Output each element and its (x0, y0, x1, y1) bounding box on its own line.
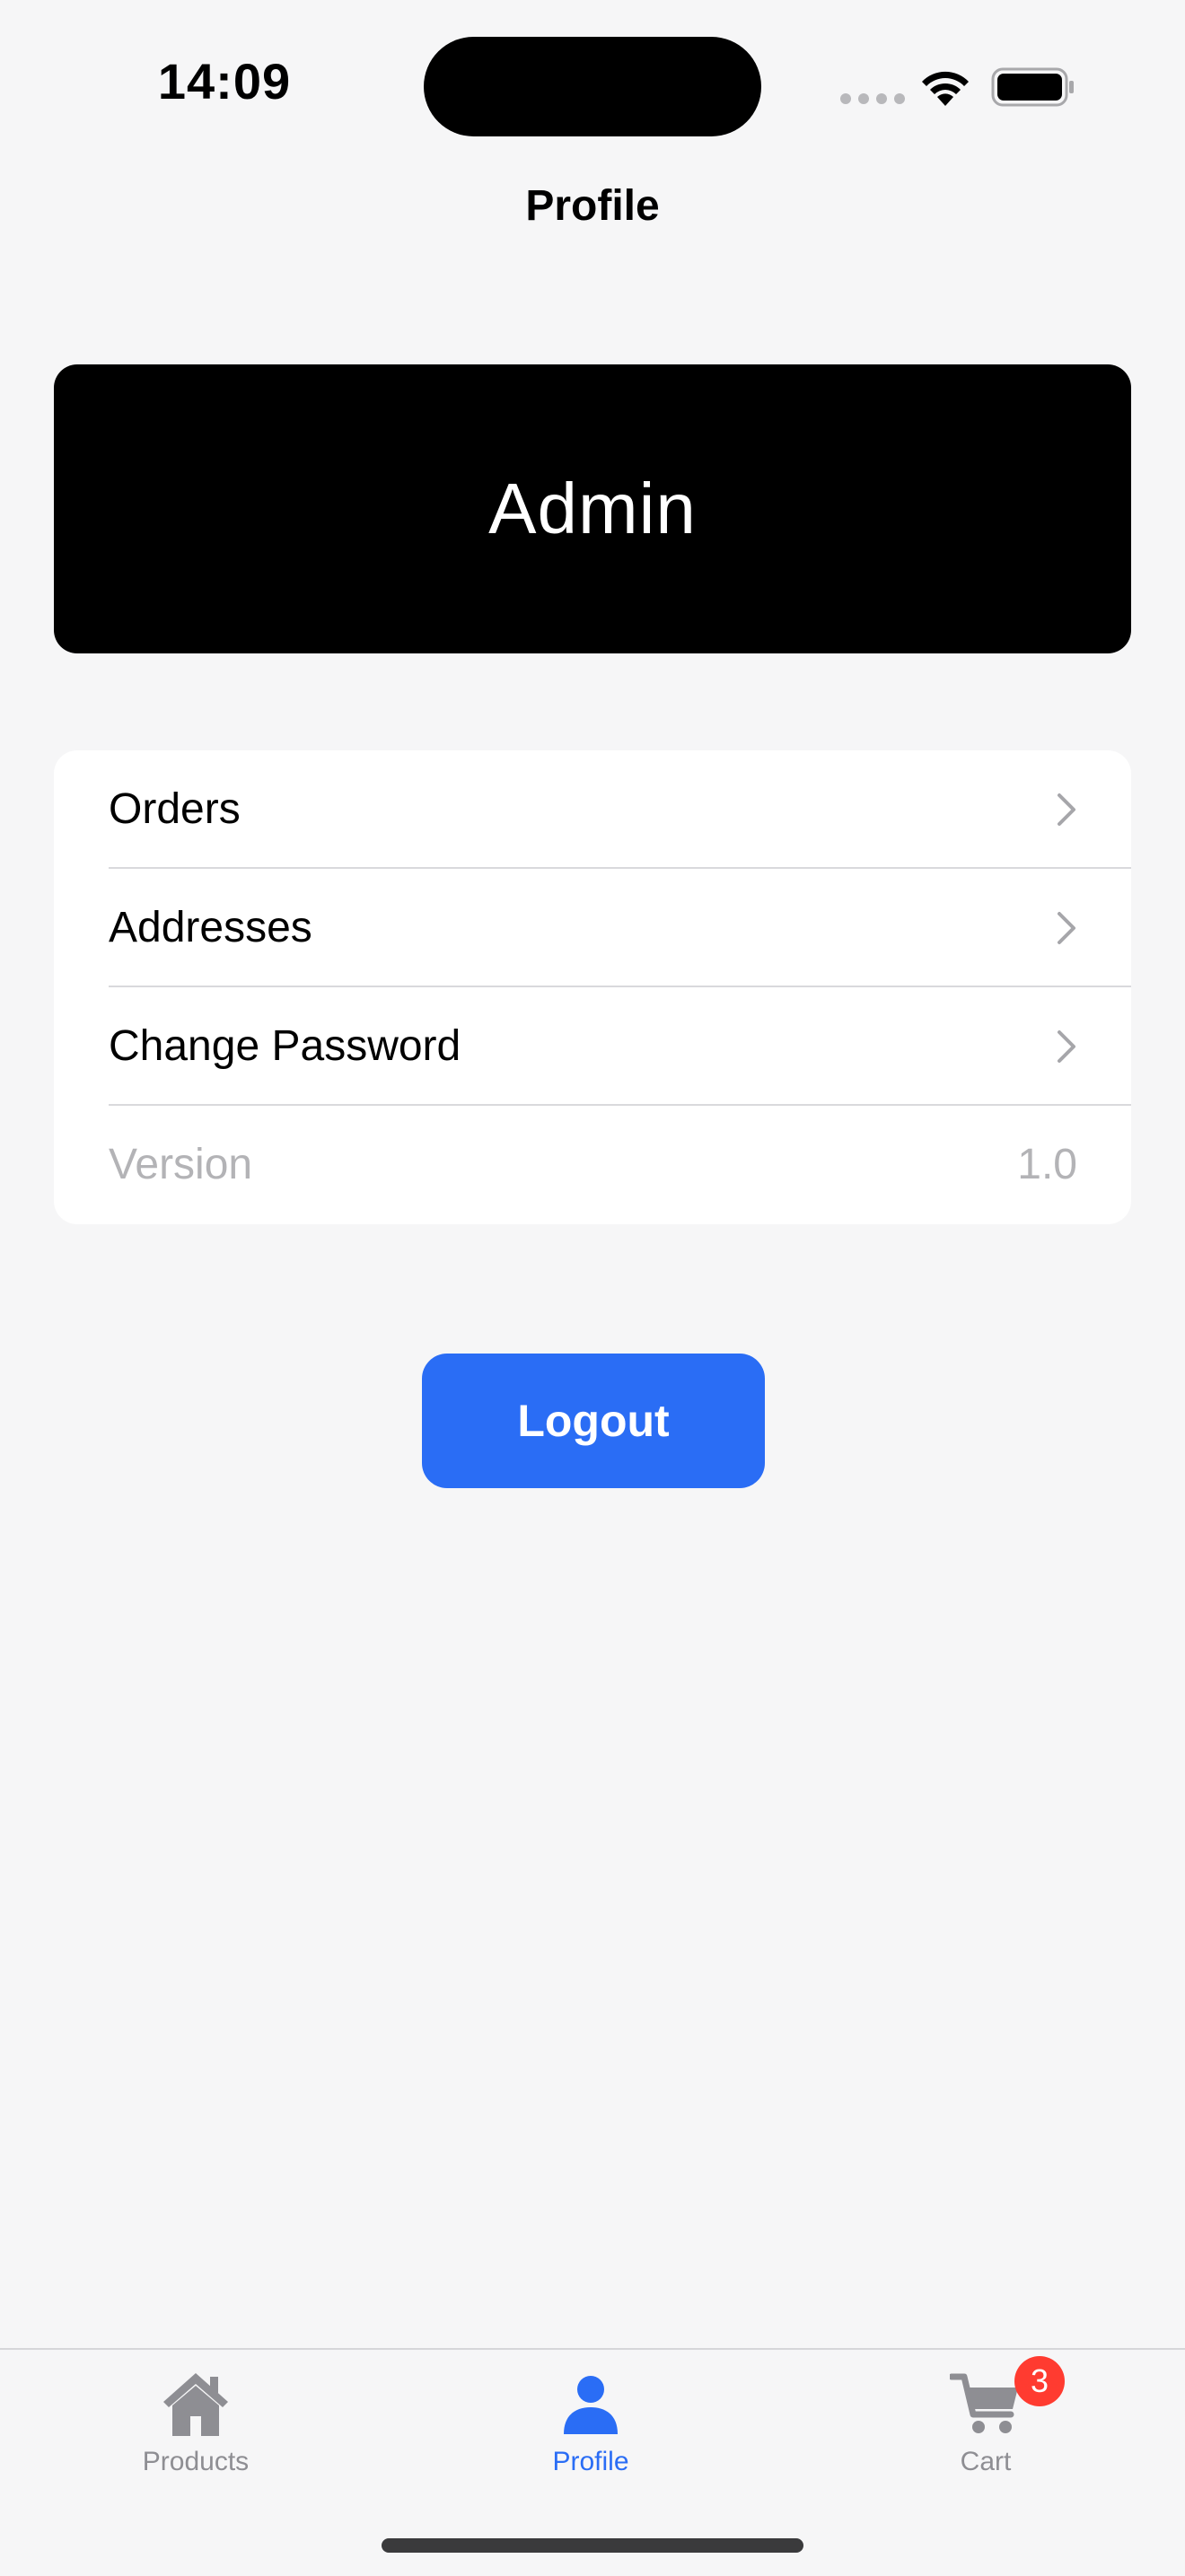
home-indicator (382, 2538, 803, 2553)
chevron-right-icon (1058, 912, 1075, 944)
battery-icon (991, 67, 1074, 107)
tab-products[interactable]: Products (61, 2350, 330, 2493)
logout-button[interactable]: Logout (422, 1354, 765, 1488)
profile-menu: Orders Addresses Change Password Version… (54, 750, 1131, 1224)
menu-item-addresses[interactable]: Addresses (54, 869, 1131, 987)
cart-badge: 3 (1014, 2356, 1065, 2406)
tab-label: Cart (960, 2447, 1012, 2476)
person-icon (564, 2376, 618, 2434)
chevron-right-icon (1058, 793, 1075, 826)
menu-item-label: Addresses (109, 904, 312, 951)
status-time: 14:09 (157, 53, 292, 110)
menu-item-orders[interactable]: Orders (54, 750, 1131, 869)
dynamic-island (424, 37, 761, 136)
tab-cart[interactable]: Cart (851, 2350, 1120, 2493)
version-label: Version (109, 1141, 253, 1188)
menu-item-label: Change Password (109, 1022, 461, 1070)
menu-item-version: Version 1.0 (54, 1106, 1131, 1224)
menu-item-change-password[interactable]: Change Password (54, 987, 1131, 1106)
tab-profile[interactable]: Profile (456, 2350, 725, 2493)
version-value: 1.0 (1017, 1141, 1077, 1188)
page-title: Profile (525, 182, 660, 230)
profile-card: Admin (54, 364, 1131, 653)
menu-item-label: Orders (109, 785, 241, 833)
wifi-icon (922, 71, 969, 106)
profile-name: Admin (488, 469, 697, 548)
tab-label: Profile (552, 2447, 629, 2476)
chevron-right-icon (1058, 1030, 1075, 1063)
status-bar: 14:09 (0, 0, 1185, 162)
home-icon (163, 2373, 228, 2436)
tab-label: Products (142, 2447, 250, 2476)
cellular-signal-icon (840, 93, 905, 104)
cart-icon (950, 2373, 1018, 2433)
